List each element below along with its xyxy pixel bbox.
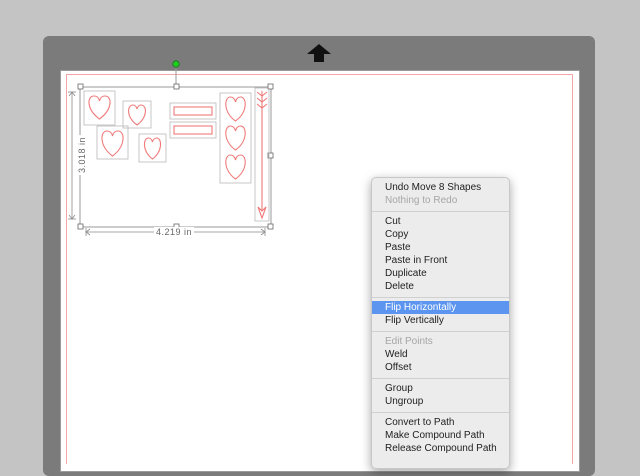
resize-handle-right[interactable] xyxy=(267,152,274,159)
width-dimension-label: 4.219 in xyxy=(154,227,195,237)
menu-separator xyxy=(372,378,509,379)
menu-item-redo: Nothing to Redo xyxy=(385,195,458,206)
menu-item-paste-in-front[interactable]: Paste in Front xyxy=(372,254,509,267)
menu-item-make-compound-path[interactable]: Make Compound Path xyxy=(372,429,509,442)
menu-item-convert-to-path[interactable]: Convert to Path xyxy=(372,416,509,429)
height-dimension-label: 3.018 in xyxy=(77,134,88,176)
mat-margin-left xyxy=(66,74,67,464)
menu-item-cut[interactable]: Cut xyxy=(372,215,509,228)
resize-handle-top-right[interactable] xyxy=(267,83,274,90)
menu-item-release-compound-path[interactable]: Release Compound Path xyxy=(372,442,509,455)
mat-margin-right xyxy=(572,74,573,464)
menu-item-group[interactable]: Group xyxy=(372,382,509,395)
menu-separator xyxy=(372,297,509,298)
menu-separator xyxy=(372,211,509,212)
up-arrow-icon[interactable] xyxy=(306,43,332,63)
rotate-handle-icon[interactable] xyxy=(172,60,180,68)
mat-margin-top xyxy=(66,74,573,75)
context-menu: Undo Move 8 Shapes Nothing to Redo Cut C… xyxy=(371,177,510,469)
menu-item-flip-vertically[interactable]: Flip Vertically xyxy=(372,314,509,327)
resize-handle-top[interactable] xyxy=(173,83,180,90)
menu-item-ungroup[interactable]: Ungroup xyxy=(372,395,509,408)
resize-handle-bottom-right[interactable] xyxy=(267,223,274,230)
resize-handle-top-left[interactable] xyxy=(77,83,84,90)
menu-item-undo[interactable]: Undo Move 8 Shapes xyxy=(372,181,509,194)
menu-separator xyxy=(372,331,509,332)
menu-item-offset[interactable]: Offset xyxy=(372,361,509,374)
menu-item-weld[interactable]: Weld xyxy=(372,348,509,361)
menu-item-paste[interactable]: Paste xyxy=(372,241,509,254)
menu-separator xyxy=(372,412,509,413)
menu-item-duplicate[interactable]: Duplicate xyxy=(372,267,509,280)
menu-item-flip-horizontally[interactable]: Flip Horizontally xyxy=(372,301,509,314)
menu-item-copy[interactable]: Copy xyxy=(372,228,509,241)
menu-item-delete[interactable]: Delete xyxy=(372,280,509,293)
resize-handle-bottom-left[interactable] xyxy=(77,223,84,230)
menu-item-edit-points: Edit Points xyxy=(385,336,433,347)
